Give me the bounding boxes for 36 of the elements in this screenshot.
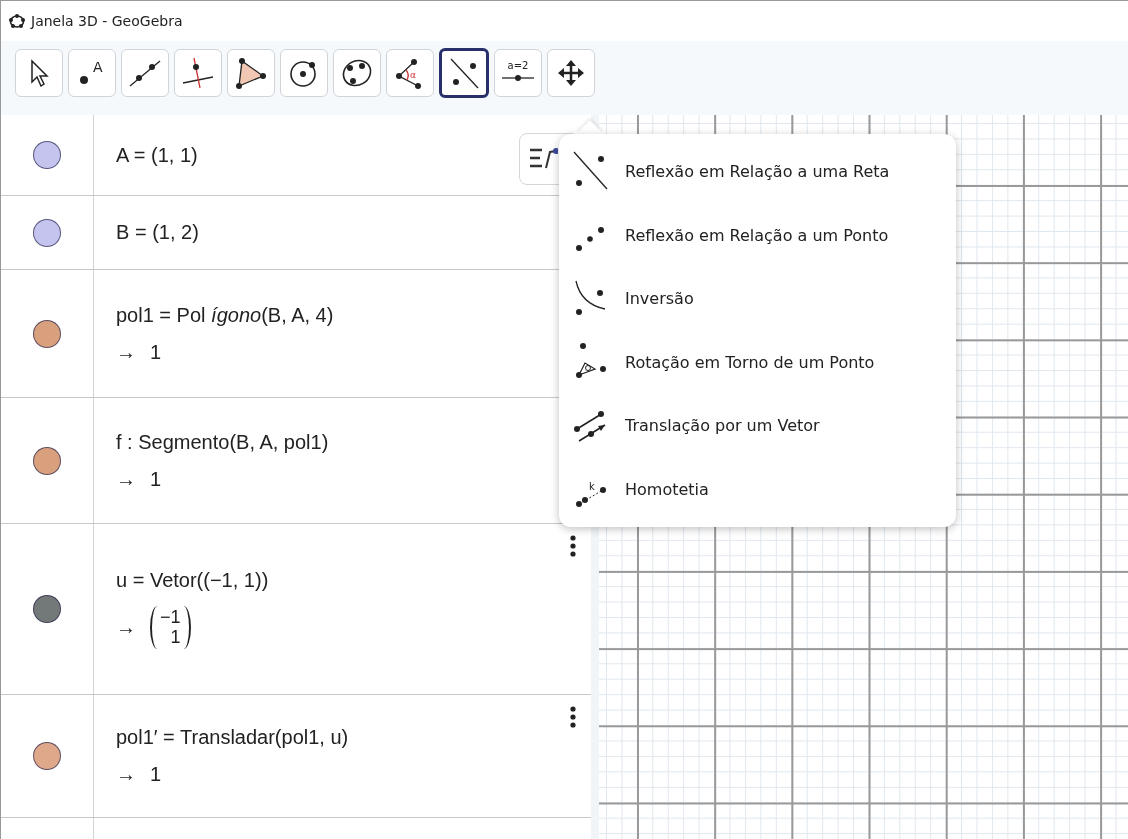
visibility-dot[interactable] xyxy=(33,595,61,623)
menu-item[interactable]: Rotação em Torno de um Ponto xyxy=(559,330,956,394)
definition-text: pol1′ = Transladar(pol1, u) xyxy=(116,726,349,749)
output-value: 1 xyxy=(150,340,162,364)
menu-item[interactable]: Inversão xyxy=(559,267,956,331)
menu-item[interactable]: Reflexão em Relação a um Ponto xyxy=(559,203,956,267)
arrow-text: → xyxy=(116,616,136,639)
tool-button[interactable]: A xyxy=(68,49,116,97)
menu-item[interactable]: Reflexão em Relação a uma Reta xyxy=(559,140,956,204)
perpendicular-line-icon xyxy=(181,56,215,90)
menu-item[interactable]: Translação por um Vetor xyxy=(559,394,956,458)
arrow-text: → xyxy=(116,763,136,786)
window-title: Janela 3D - GeoGebra xyxy=(31,13,183,29)
tool-button[interactable] xyxy=(439,48,489,98)
definition-text: u = Vetor((−1, 1)) xyxy=(116,568,269,592)
arrow-text: → xyxy=(116,340,136,364)
output-value: 1 xyxy=(150,763,162,786)
definition-text: B = (1, 2) xyxy=(116,221,199,244)
vector-value: −1 1 xyxy=(150,605,191,650)
visibility-dot[interactable] xyxy=(33,742,61,770)
more-menu-icon[interactable] xyxy=(569,534,577,558)
more-menu-icon[interactable] xyxy=(569,705,577,729)
visibility-dot[interactable] xyxy=(33,218,61,247)
definition-text: pol1 = Pol ígono(B, A, 4) xyxy=(116,303,334,327)
tool-button[interactable]: a=2 xyxy=(494,49,542,97)
visibility-dot[interactable] xyxy=(33,141,61,169)
app-logo-icon xyxy=(9,13,25,29)
visibility-dot[interactable] xyxy=(33,446,61,475)
visibility-dot[interactable] xyxy=(33,319,61,348)
definition-text: A = (1, 1) xyxy=(116,143,198,167)
definition-text: f : Segmento(B, A, pol1) xyxy=(116,430,329,454)
arrow-text: → xyxy=(116,467,136,491)
tool-button[interactable]: α xyxy=(386,49,434,97)
output-value: 1 xyxy=(150,467,162,491)
menu-item[interactable]: k Homotetia xyxy=(559,457,956,521)
triangle-icon xyxy=(234,56,268,90)
